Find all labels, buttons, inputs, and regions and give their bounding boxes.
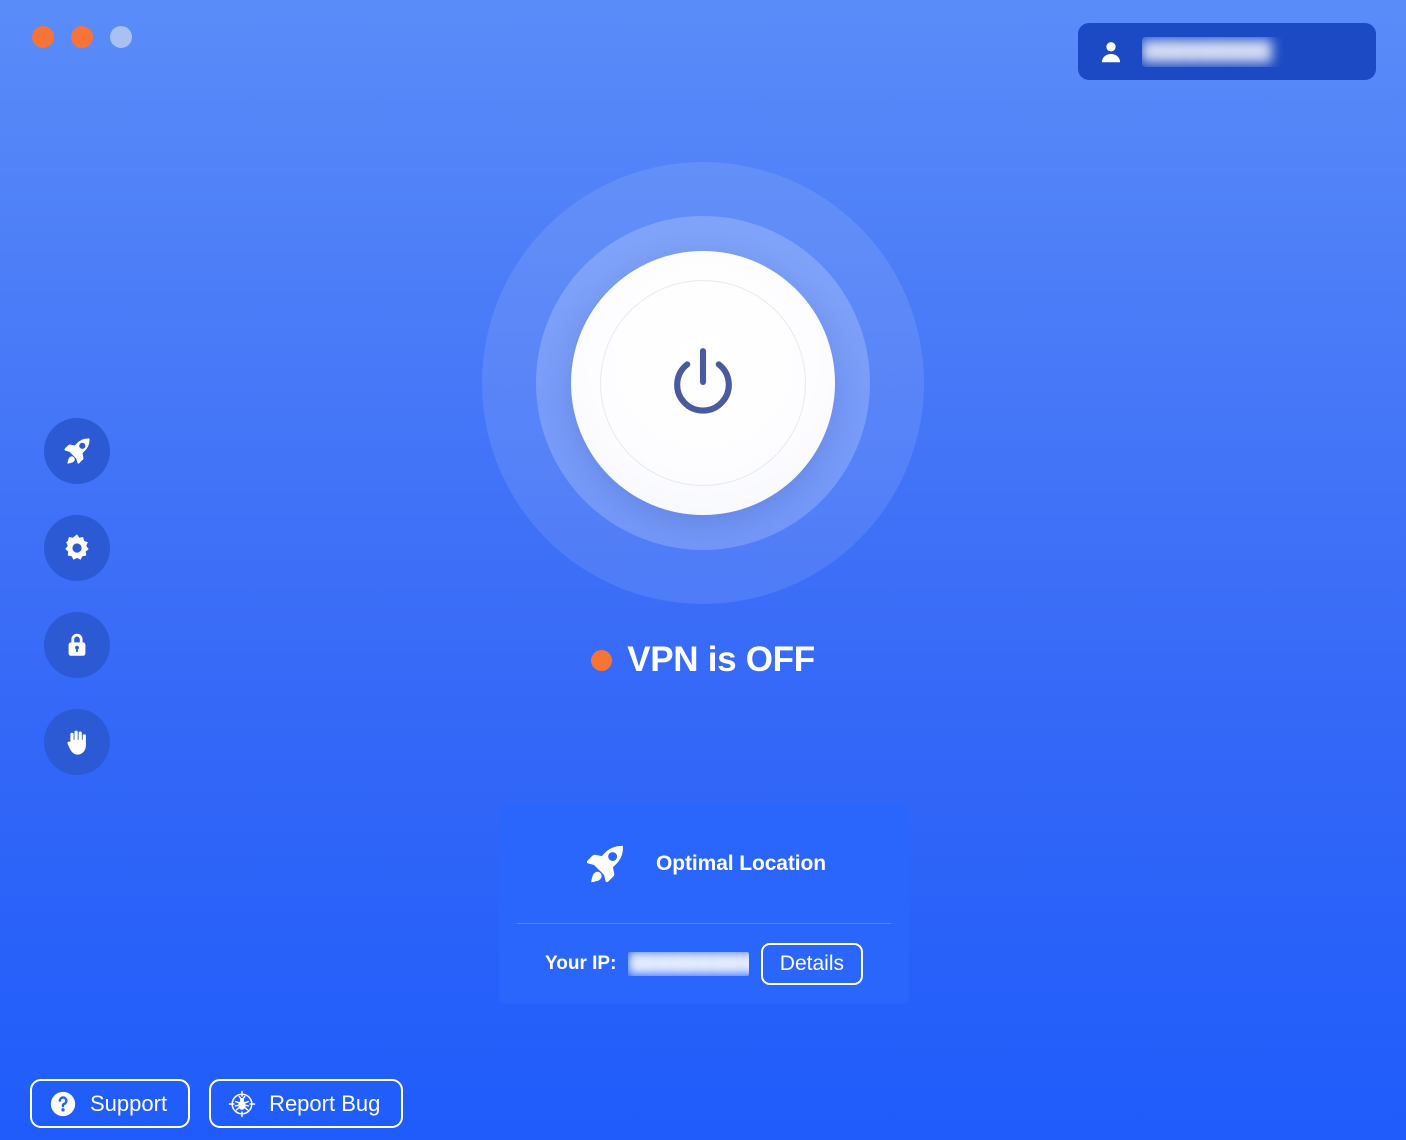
location-card: Optimal Location Your IP: ██████████ Det… [499, 804, 909, 1004]
ip-address-redacted: ██████████ [628, 953, 749, 974]
vpn-status: VPN is OFF [0, 640, 1406, 680]
location-name: Optimal Location [656, 851, 826, 875]
support-label: Support [90, 1090, 168, 1116]
report-bug-label: Report Bug [269, 1090, 381, 1116]
window-minimize-button[interactable] [71, 26, 93, 48]
window-zoom-button[interactable] [110, 26, 132, 48]
details-button[interactable]: Details [760, 943, 863, 985]
sidebar-item-settings[interactable] [44, 515, 110, 581]
status-dot-icon [591, 649, 613, 671]
power-icon [660, 340, 746, 426]
sidebar [44, 418, 110, 775]
question-circle-icon [49, 1090, 77, 1118]
support-button[interactable]: Support [30, 1079, 191, 1128]
vpn-power-toggle-button[interactable] [571, 251, 835, 515]
location-selector[interactable]: Optimal Location [499, 804, 909, 923]
person-icon [1098, 39, 1124, 65]
sidebar-item-security[interactable] [44, 612, 110, 678]
report-bug-button[interactable]: Report Bug [209, 1079, 404, 1128]
status-text: VPN is OFF [627, 640, 815, 679]
hand-icon [61, 726, 93, 758]
window-close-button[interactable] [32, 26, 54, 48]
rocket-icon [61, 435, 93, 467]
lock-icon [61, 629, 93, 661]
footer-actions: Support Report Bug [30, 1079, 404, 1128]
gear-icon [61, 532, 93, 564]
power-button-area [482, 162, 924, 604]
account-username-redacted: █████████ [1142, 40, 1273, 62]
sidebar-item-privacy[interactable] [44, 709, 110, 775]
sidebar-item-locations[interactable] [44, 418, 110, 484]
ip-row: Your IP: ██████████ Details [499, 924, 909, 1004]
ip-label: Your IP: [545, 953, 617, 974]
bug-target-icon [228, 1090, 256, 1118]
account-badge[interactable]: █████████ [1078, 23, 1376, 80]
rocket-icon [582, 841, 628, 887]
window-controls [32, 26, 132, 48]
